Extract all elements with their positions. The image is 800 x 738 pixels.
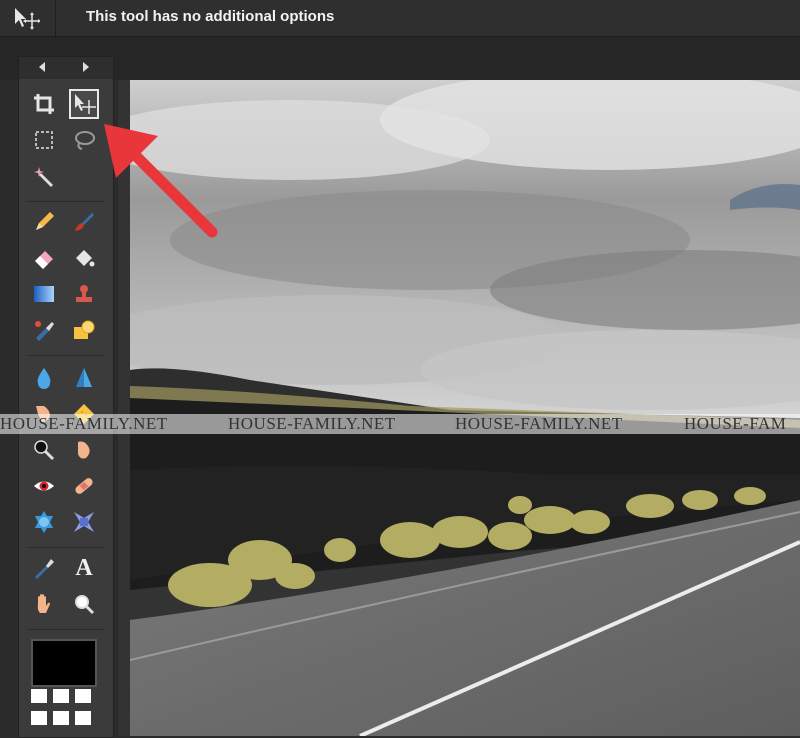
watermark-text: HOUSE-FAM — [684, 414, 787, 433]
crop-tool-button[interactable] — [29, 89, 59, 119]
canvas-photo[interactable] — [130, 80, 800, 736]
dodge-icon — [34, 440, 55, 461]
pencil-icon — [36, 212, 54, 230]
pinch-tool-button[interactable] — [69, 507, 99, 537]
type-icon: A — [75, 554, 93, 581]
eraser-tool-button[interactable] — [29, 243, 59, 273]
brush-tool-button[interactable] — [69, 207, 99, 237]
primary-color-swatch[interactable] — [31, 639, 97, 687]
lasso-icon — [75, 131, 95, 150]
workspace-header — [0, 37, 800, 80]
magic-wand-tool-button[interactable] — [29, 161, 59, 191]
marquee-icon — [35, 131, 53, 149]
tools-divider — [27, 629, 105, 630]
crop-icon — [34, 94, 54, 114]
pencil-tool-button[interactable] — [29, 207, 59, 237]
zoom-icon — [75, 595, 95, 615]
color-grid[interactable] — [31, 689, 95, 729]
annotation-arrow-icon — [104, 124, 218, 238]
watermark-text: HOUSE-FAMILY.NET — [0, 414, 168, 433]
paint-bucket-icon — [76, 250, 95, 267]
type-tool-button[interactable]: A — [69, 553, 99, 583]
lasso-tool-button[interactable] — [69, 125, 99, 155]
bloat-tool-button[interactable] — [29, 507, 59, 537]
sharpen-tool-button[interactable] — [69, 363, 99, 393]
burn-tool-button[interactable] — [69, 435, 99, 465]
drop-icon — [37, 368, 51, 389]
hand-icon — [37, 594, 50, 613]
color-replace-icon — [35, 321, 54, 341]
previous-arrow-icon[interactable] — [39, 62, 45, 72]
stamp-icon — [76, 285, 92, 302]
tools-divider — [27, 201, 105, 202]
options-bar: This tool has no additional options — [0, 0, 800, 37]
brush-icon — [75, 213, 94, 231]
next-arrow-icon[interactable] — [83, 62, 89, 72]
cone-icon — [76, 368, 92, 387]
watermark-text: HOUSE-FAMILY.NET — [228, 414, 396, 433]
color-replace-tool-button[interactable] — [29, 315, 59, 345]
zoom-tool-button[interactable] — [69, 589, 99, 619]
pinch-icon — [74, 512, 94, 532]
gradient-tool-button[interactable] — [29, 279, 59, 309]
eraser-icon — [35, 251, 53, 269]
tools-panel-header — [19, 57, 113, 79]
color-picker-tool-button[interactable] — [29, 553, 59, 583]
move-icon — [12, 6, 41, 30]
burn-icon — [78, 441, 90, 459]
move-tool-button[interactable] — [69, 89, 99, 119]
bloat-icon — [35, 511, 53, 533]
shape-icon — [74, 320, 95, 339]
dodge-tool-button[interactable] — [29, 435, 59, 465]
red-eye-tool-button[interactable] — [29, 471, 59, 501]
gradient-icon — [34, 286, 54, 302]
tools-divider — [27, 355, 105, 356]
move-icon — [75, 94, 96, 114]
blur-tool-button[interactable] — [29, 363, 59, 393]
paint-bucket-tool-button[interactable] — [69, 243, 99, 273]
marquee-tool-button[interactable] — [29, 125, 59, 155]
options-separator — [55, 0, 56, 36]
magic-wand-icon — [34, 167, 54, 188]
shape-tool-button[interactable] — [69, 315, 99, 345]
watermark-text: HOUSE-FAMILY.NET — [455, 414, 623, 433]
bandage-icon — [75, 478, 93, 494]
tools-divider — [27, 547, 105, 548]
eyedropper-icon — [35, 559, 54, 579]
spot-heal-tool-button[interactable] — [69, 471, 99, 501]
options-message: This tool has no additional options — [86, 8, 335, 25]
hand-tool-button[interactable] — [29, 589, 59, 619]
clone-stamp-tool-button[interactable] — [69, 279, 99, 309]
eye-icon — [34, 481, 54, 491]
